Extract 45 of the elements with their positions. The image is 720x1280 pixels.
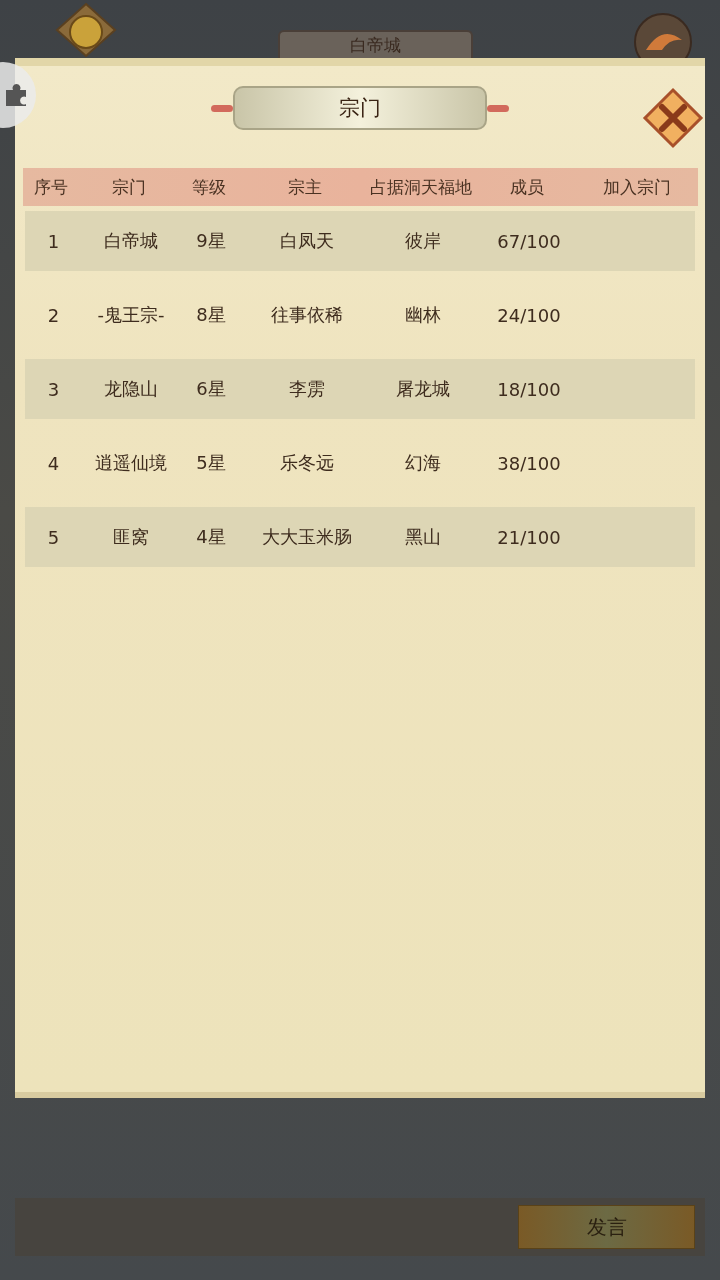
column-header: 序号 <box>33 175 69 199</box>
table-cell-text: 彼岸 <box>404 229 442 253</box>
table-cell-text: 6星 <box>195 377 227 401</box>
scroll-rod <box>487 104 509 112</box>
table-cell-text: 幻海 <box>404 451 442 475</box>
panel-title: 宗门 <box>233 86 487 130</box>
column-header: 成员 <box>508 175 545 199</box>
table-cell-text: 大大玉米肠 <box>261 525 353 549</box>
emblem-icon[interactable] <box>55 2 117 58</box>
table-cell-text: -鬼王宗- <box>96 303 166 327</box>
close-button[interactable] <box>641 86 705 150</box>
table-cell-text: 白凤天 <box>279 229 335 253</box>
table-cell-text: 8星 <box>195 303 227 327</box>
table-cell-text: 黑山 <box>404 525 442 549</box>
table-cell-text: 白帝城 <box>103 229 159 253</box>
table-cell-text: 李雳 <box>288 377 326 401</box>
column-header: 宗门 <box>110 175 147 199</box>
table-cell-text: 24/100 <box>496 304 562 326</box>
table-cell-text: 往事依稀 <box>270 303 344 327</box>
table-cell-text: 5星 <box>195 451 227 475</box>
table-cell-text: 9星 <box>195 229 227 253</box>
table-cell-text: 乐冬远 <box>279 451 335 475</box>
table-cell-text: 龙隐山 <box>103 377 159 401</box>
table-cell-text: 2 <box>46 304 61 326</box>
send-button[interactable]: 发言 <box>518 1205 695 1249</box>
column-header: 加入宗门 <box>602 175 672 199</box>
table-cell-text: 匪窝 <box>112 525 150 549</box>
scroll-rod <box>211 104 233 112</box>
table-cell-text: 3 <box>46 378 61 400</box>
table-cell-text: 38/100 <box>496 452 562 474</box>
table-cell-text: 1 <box>46 230 61 252</box>
table-cell-text: 屠龙城 <box>395 377 451 401</box>
column-header: 占据洞天福地 <box>369 175 472 199</box>
table-cell-text: 逍遥仙境 <box>94 451 168 475</box>
column-header: 等级 <box>190 175 227 199</box>
table-cell-text: 67/100 <box>496 230 562 252</box>
table-cell-text: 幽林 <box>404 303 442 327</box>
location-title: 白帝城 <box>278 30 473 58</box>
table-cell-text: 4 <box>46 452 61 474</box>
table-cell-text: 5 <box>46 526 61 548</box>
column-header: 宗主 <box>286 175 323 199</box>
table-cell-text: 4星 <box>195 525 227 549</box>
avatar-icon[interactable] <box>634 10 692 58</box>
table-cell-text: 21/100 <box>496 526 562 548</box>
table-cell-text: 18/100 <box>496 378 562 400</box>
